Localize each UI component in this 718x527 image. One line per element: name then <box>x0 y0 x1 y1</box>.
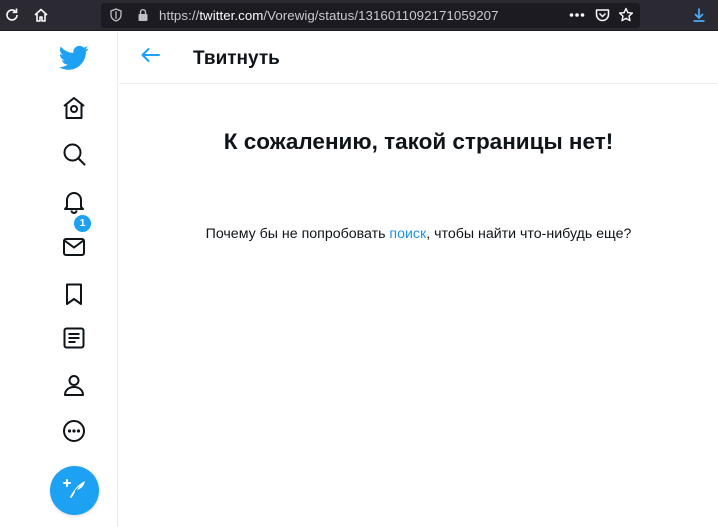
nav-more[interactable] <box>50 409 98 457</box>
compose-tweet-icon <box>62 476 88 505</box>
messages-icon <box>61 234 87 265</box>
lock-icon[interactable] <box>134 6 152 24</box>
pocket-icon[interactable] <box>593 6 611 24</box>
nav-lists[interactable] <box>50 316 98 364</box>
bookmarks-icon <box>61 281 87 312</box>
page-header: Твитнуть <box>119 31 718 84</box>
error-heading: К сожалению, такой страницы нет! <box>223 129 614 154</box>
page-title: Твитнуть <box>193 48 280 69</box>
nav-profile[interactable] <box>50 363 98 411</box>
home-icon <box>61 95 87 126</box>
compose-tweet-button[interactable] <box>50 466 99 515</box>
main-column: Твитнуть К сожалению, такой страницы нет… <box>119 31 718 527</box>
url-bar[interactable]: https://twitter.com/Vorewig/status/13160… <box>101 3 640 28</box>
nav-home[interactable] <box>50 86 98 134</box>
back-button[interactable] <box>136 43 164 71</box>
browser-toolbar: https://twitter.com/Vorewig/status/13160… <box>0 0 718 31</box>
nav-bookmarks[interactable] <box>50 272 98 320</box>
profile-icon <box>61 372 87 403</box>
download-icon[interactable] <box>687 4 711 26</box>
nav-messages[interactable] <box>50 225 98 273</box>
tracking-protection-icon[interactable] <box>107 6 125 24</box>
home-icon[interactable] <box>29 4 53 26</box>
reload-icon[interactable] <box>0 4 24 26</box>
nav-explore[interactable] <box>50 132 98 180</box>
more-icon <box>61 418 87 449</box>
url-text: https://twitter.com/Vorewig/status/13160… <box>159 8 499 23</box>
explore-icon <box>61 141 87 172</box>
back-arrow-icon <box>140 47 160 68</box>
lists-icon <box>61 325 87 356</box>
error-message: Почему бы не попробовать поиск, чтобы на… <box>119 226 718 242</box>
bookmark-star-icon[interactable] <box>617 6 635 24</box>
search-link[interactable]: поиск <box>389 226 426 242</box>
page-actions-icon[interactable] <box>568 6 586 24</box>
error-message-text: Почему бы не попробовать <box>205 226 390 242</box>
twitter-logo-icon[interactable] <box>50 34 98 82</box>
error-message-text-end: , чтобы найти что-нибудь еще? <box>426 226 632 242</box>
sidebar-nav: 1 <box>0 31 118 527</box>
